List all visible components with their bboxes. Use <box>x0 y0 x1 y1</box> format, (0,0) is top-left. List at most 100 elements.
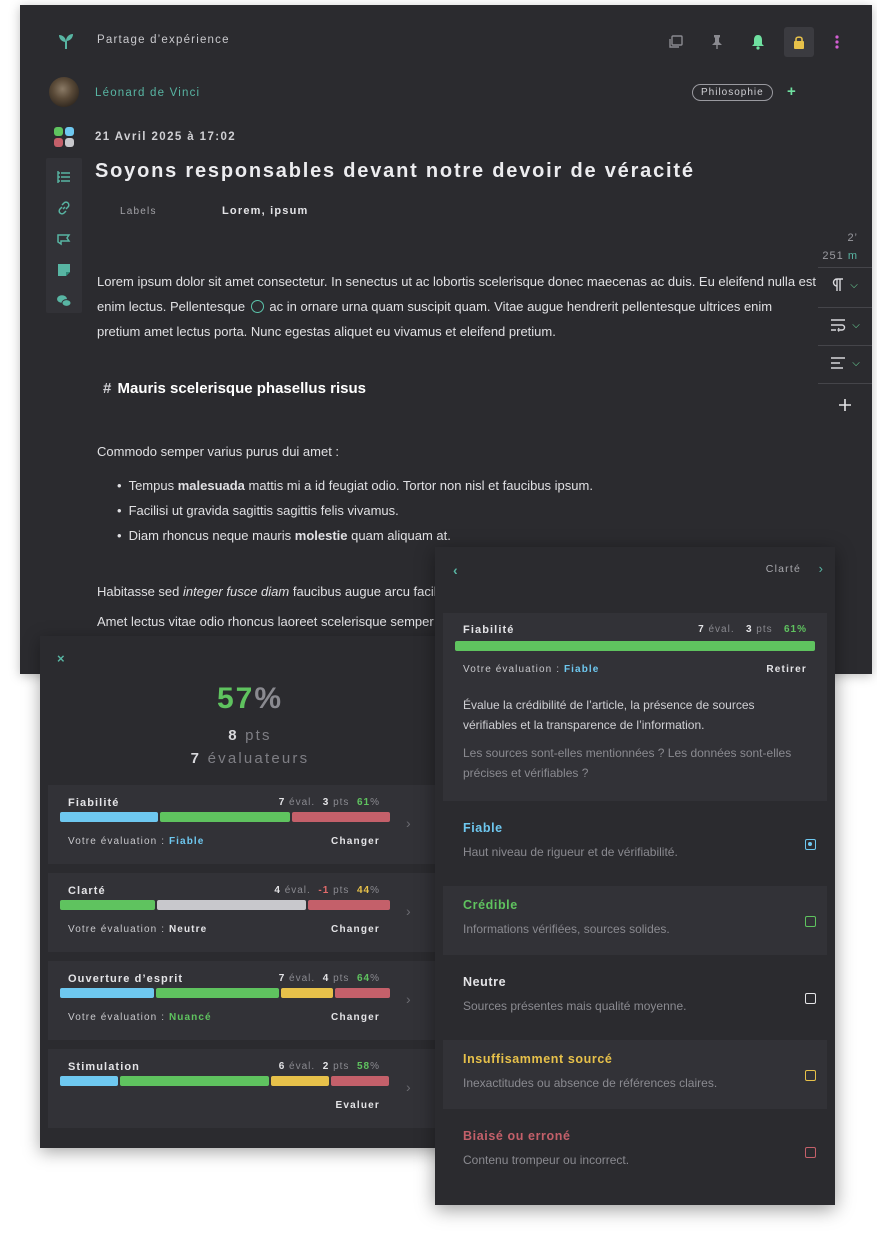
score-symbol: % <box>254 682 284 715</box>
window-icon[interactable] <box>661 27 691 57</box>
link-icon[interactable] <box>56 200 72 216</box>
criterion-row[interactable]: Ouverture d’esprit 7 éval. 4 pts 64% Votre… <box>48 961 460 1040</box>
criterion-bar <box>455 641 815 651</box>
percent-symbol: % <box>370 973 380 984</box>
insert-block-button[interactable] <box>818 387 872 423</box>
chevron-right-icon[interactable]: › <box>406 991 411 1007</box>
eval-count: 7 <box>278 973 286 984</box>
criterion-name: Stimulation <box>68 1061 140 1073</box>
section-heading[interactable]: # Mauris scelerisque phasellus risus <box>103 380 366 397</box>
add-tag-button[interactable]: + <box>787 83 796 100</box>
chevron-right-icon[interactable]: › <box>406 815 411 831</box>
more-vertical-icon[interactable] <box>822 27 852 57</box>
option-name: Biaisé ou erroné <box>463 1129 571 1143</box>
pin-icon[interactable] <box>702 27 732 57</box>
rating-option[interactable]: Insuffisamment sourcé Inexactitudes ou ab… <box>443 1040 827 1109</box>
bar-segment <box>60 812 158 822</box>
rating-option[interactable]: Biaisé ou erroné Contenu trompeur ou inco… <box>443 1117 827 1186</box>
wrap-icon <box>831 319 846 332</box>
author-name[interactable]: Léonard de Vinci <box>95 87 200 99</box>
option-name: Neutre <box>463 975 507 989</box>
percent-symbol: % <box>370 1061 380 1072</box>
sprout-icon[interactable] <box>56 31 76 51</box>
criterion-row[interactable]: Clarté 4 éval. -1 pts 44% Votre évaluation… <box>48 873 460 952</box>
post-title[interactable]: Soyons responsables devant notre devoir … <box>95 160 695 183</box>
option-checkbox[interactable] <box>805 1147 816 1158</box>
evaluators-unit: évaluateurs <box>207 750 310 767</box>
bar-segment <box>292 812 390 822</box>
ribbon-icon[interactable] <box>56 231 72 247</box>
your-evaluation-value: Nuancé <box>168 1012 212 1023</box>
author-avatar[interactable] <box>49 77 79 107</box>
change-evaluation-button[interactable]: Changer <box>331 924 380 935</box>
your-evaluation: Votre évaluation : Fiable <box>463 664 599 675</box>
eval-label: éval. <box>289 1061 316 1072</box>
change-evaluation-button[interactable]: Changer <box>331 836 380 847</box>
text-align-button[interactable]: ⌵ <box>818 345 872 381</box>
percent-value: 64 <box>356 973 371 984</box>
criterion-row[interactable]: Fiabilité 7 éval. 3 pts 61% Votre évaluati… <box>48 785 460 864</box>
heading-text: Mauris scelerisque phasellus risus <box>117 380 366 397</box>
bar-segment <box>60 1076 118 1086</box>
percent-value: 44 <box>356 885 371 896</box>
list-item-text: mattis mi a id feugiat odio. Tortor non … <box>244 478 593 493</box>
bar-segment <box>335 988 390 998</box>
your-evaluation-value: Fiable <box>563 664 600 675</box>
heading-hash: # <box>103 380 112 397</box>
evaluators-value: 7 <box>190 750 202 767</box>
word-count-row: 251 m <box>822 247 858 265</box>
bullet-list[interactable]: Tempus malesuada mattis mi a id feugiat … <box>117 473 593 548</box>
option-checkbox[interactable] <box>805 916 816 927</box>
chevron-down-icon: ⌵ <box>850 279 858 291</box>
chevron-right-icon[interactable]: › <box>406 903 411 919</box>
chevron-right-icon[interactable]: › <box>819 561 823 576</box>
paragraph-style-button[interactable]: ⌵ <box>818 267 872 303</box>
pilcrow-icon <box>833 278 844 291</box>
option-checkbox[interactable] <box>805 839 816 850</box>
paragraph-1[interactable]: Lorem ipsum dolor sit amet consectetur. … <box>97 269 817 344</box>
bar-segment <box>156 988 279 998</box>
paragraph-2[interactable]: Commodo semper varius purus dui amet : <box>97 439 817 464</box>
rating-option[interactable]: Fiable Haut niveau de rigueur et de vérif… <box>443 809 827 878</box>
remove-evaluation-button[interactable]: Retirer <box>766 664 807 675</box>
chevron-right-icon[interactable]: › <box>406 1079 411 1095</box>
points-label: pts <box>333 885 350 896</box>
labels-value[interactable]: Lorem, ipsum <box>222 205 309 217</box>
back-arrow-icon[interactable]: ‹ <box>453 562 458 578</box>
bell-icon[interactable] <box>743 27 773 57</box>
comment-marker-icon[interactable] <box>250 300 264 313</box>
word-count: 251 <box>822 250 844 262</box>
criterion-description: Évalue la crédibilité de l’article, la p… <box>463 698 755 732</box>
percent-symbol: % <box>370 797 380 808</box>
chevron-down-icon: ⌵ <box>852 357 860 369</box>
app-title: Partage d’expérience <box>97 34 230 46</box>
bar-segment <box>160 812 290 822</box>
option-checkbox[interactable] <box>805 1070 816 1081</box>
change-evaluation-button[interactable]: Evaluer <box>335 1100 380 1111</box>
text-wrap-button[interactable]: ⌵ <box>818 307 872 343</box>
rating-option[interactable]: Crédible Informations vérifiées, sources … <box>443 886 827 955</box>
outline-icon[interactable] <box>56 169 72 185</box>
category-tag[interactable]: Philosophie <box>692 84 773 101</box>
list-item[interactable]: Diam rhoncus neque mauris molestie quam … <box>117 523 593 548</box>
chat-icon[interactable] <box>56 293 72 309</box>
bar-segment <box>281 988 333 998</box>
list-item[interactable]: Tempus malesuada mattis mi a id feugiat … <box>117 473 593 498</box>
bar-segment <box>60 900 155 910</box>
lock-icon[interactable] <box>784 27 814 57</box>
criterion-name: Clarté <box>68 885 106 897</box>
apps-grid-icon[interactable] <box>53 126 75 148</box>
your-evaluation-value: Neutre <box>168 924 208 935</box>
total-points: 8 pts <box>40 727 460 744</box>
option-checkbox[interactable] <box>805 993 816 1004</box>
rating-option[interactable]: Neutre Sources présentes mais qualité moy… <box>443 963 827 1032</box>
option-name: Fiable <box>463 821 503 835</box>
percent-value: 61% <box>783 624 807 635</box>
your-evaluation-label: Votre évaluation : <box>68 924 166 935</box>
criterion-row[interactable]: Stimulation 6 éval. 2 pts 58% Evaluer › <box>48 1049 460 1128</box>
next-criterion-label[interactable]: Clarté <box>766 563 801 575</box>
change-evaluation-button[interactable]: Changer <box>331 1012 380 1023</box>
list-item[interactable]: Facilisi ut gravida sagittis sagittis fe… <box>117 498 593 523</box>
note-icon[interactable] <box>56 262 72 278</box>
close-icon[interactable]: × <box>57 651 65 666</box>
